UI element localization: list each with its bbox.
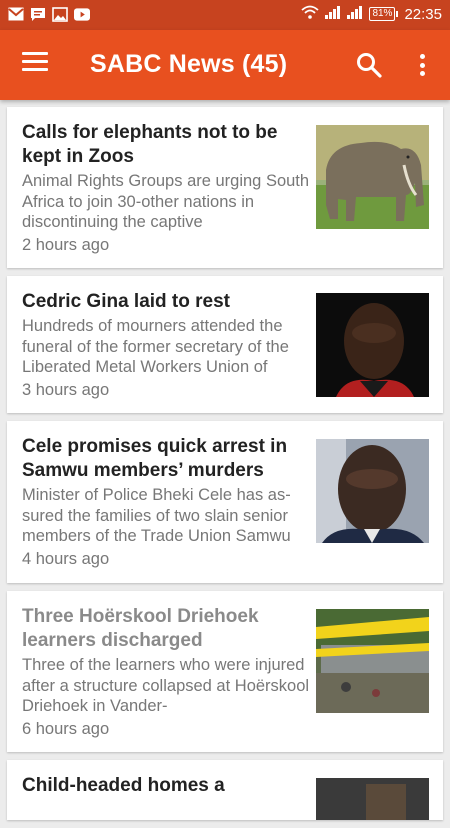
article-summary: Hundreds of mourners attended the funera… — [22, 317, 289, 376]
more-options-button[interactable] — [412, 52, 432, 78]
youtube-icon — [74, 6, 90, 22]
article-summary: Three of the learners who were injured a… — [22, 656, 310, 715]
gmail-icon — [8, 6, 24, 22]
clock: 22:35 — [404, 5, 442, 23]
news-feed: Calls for elephants not to be kept in Zo… — [7, 107, 443, 828]
message-icon — [30, 6, 46, 22]
article-title: Cele promises quick arrest in Samwu memb… — [22, 436, 288, 481]
article-card[interactable]: Calls for elephants not to be kept in Zo… — [7, 107, 443, 268]
search-icon — [357, 53, 382, 78]
gallery-icon — [52, 6, 68, 22]
battery-icon: 81% — [369, 7, 399, 21]
article-title: Three Hoërskool Driehoek learners discha… — [22, 606, 259, 651]
article-card[interactable]: Child-headed homes a — [7, 760, 443, 820]
article-summary: Animal Rights Groups are urging South Af… — [22, 172, 310, 231]
article-card[interactable]: Cele promises quick arrest in Samwu memb… — [7, 421, 443, 583]
menu-button[interactable] — [22, 52, 48, 78]
article-card[interactable]: Three Hoërskool Driehoek learners discha… — [7, 591, 443, 752]
wifi-icon — [301, 5, 320, 23]
search-button[interactable] — [356, 52, 382, 78]
article-time: 2 hours ago — [22, 236, 110, 254]
article-time: 6 hours ago — [22, 720, 110, 738]
article-card[interactable]: Cedric Gina laid to rest Hundreds of mou… — [7, 276, 443, 413]
article-title: Child-headed homes a — [22, 775, 225, 796]
article-time: 4 hours ago — [22, 550, 110, 568]
article-time: 3 hours ago — [22, 381, 110, 399]
article-thumbnail-elephant — [316, 125, 429, 229]
article-title: Calls for elephants not to be kept in Zo… — [22, 122, 278, 167]
status-bar: 81% 22:35 — [0, 0, 450, 30]
signal-icon-2 — [347, 5, 363, 23]
article-thumbnail-scene — [316, 778, 429, 820]
article-summary: Minister of Police Bheki Cele has as-sur… — [22, 486, 291, 545]
article-thumbnail-portrait — [316, 293, 429, 397]
system-status: 81% 22:35 — [301, 5, 442, 23]
article-thumbnail-scene — [316, 609, 429, 713]
article-thumbnail-portrait — [316, 439, 429, 543]
app-title: SABC News (45) — [90, 50, 288, 78]
signal-icon — [325, 5, 341, 23]
notification-icons — [8, 6, 90, 22]
app-bar: SABC News (45) — [0, 30, 450, 100]
battery-level: 81% — [369, 7, 396, 21]
article-title: Cedric Gina laid to rest — [22, 291, 230, 312]
